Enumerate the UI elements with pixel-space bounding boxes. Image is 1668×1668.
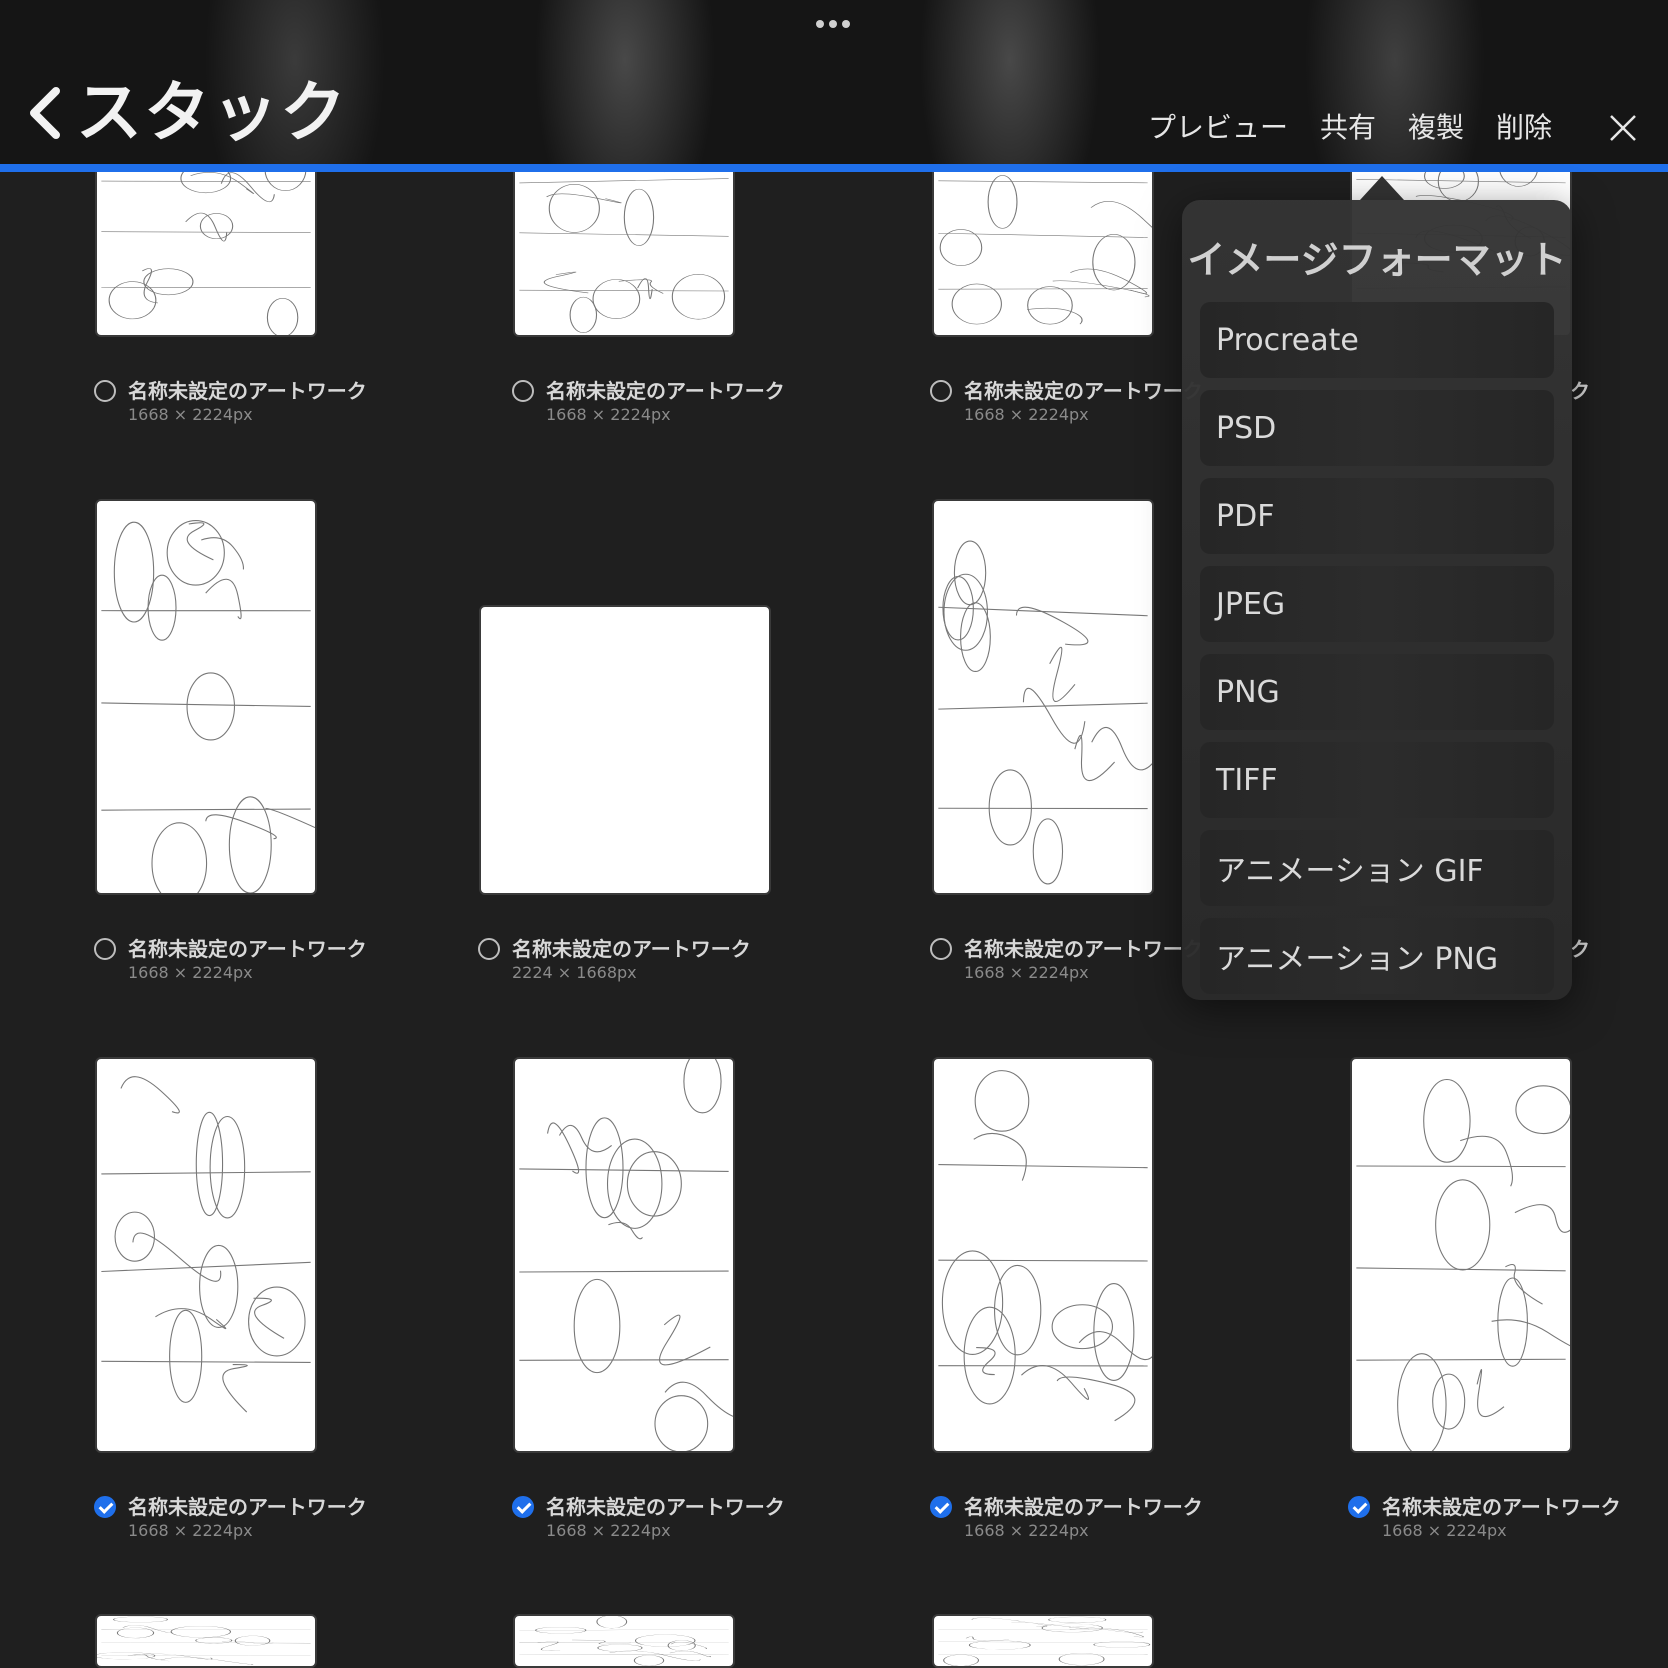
- artwork-caption-7[interactable]: 名称未設定のアートワーク 1668 × 2224px: [930, 936, 1203, 984]
- sketch-drawing: [97, 1616, 311, 1665]
- select-radio[interactable]: [512, 380, 534, 402]
- artwork-size: 1668 × 2224px: [964, 405, 1089, 424]
- format-psd[interactable]: PSD: [1200, 390, 1554, 466]
- select-radio[interactable]: [930, 380, 952, 402]
- format-png[interactable]: PNG: [1200, 654, 1554, 730]
- artwork-title: 名称未設定のアートワーク: [546, 379, 785, 403]
- select-check[interactable]: [930, 1496, 952, 1518]
- artwork-size: 1668 × 2224px: [964, 1521, 1089, 1540]
- select-radio[interactable]: [930, 938, 952, 960]
- format-tiff[interactable]: TIFF: [1200, 742, 1554, 818]
- artwork-caption-10[interactable]: 名称未設定のアートワーク 1668 × 2224px: [512, 1494, 785, 1542]
- delete-button[interactable]: 削除: [1496, 108, 1552, 148]
- artwork-size: 1668 × 2224px: [964, 963, 1089, 982]
- artwork-title: 名称未設定のアートワーク: [546, 1495, 785, 1519]
- format-jpeg[interactable]: JPEG: [1200, 566, 1554, 642]
- page-title: スタック: [76, 74, 348, 151]
- artwork-thumbnail-13[interactable]: [95, 1614, 317, 1668]
- format-animated-gif[interactable]: アニメーション GIF: [1200, 830, 1554, 906]
- artwork-caption-11[interactable]: 名称未設定のアートワーク 1668 × 2224px: [930, 1494, 1203, 1542]
- sketch-drawing: [519, 1616, 729, 1666]
- artwork-thumbnail-9[interactable]: [95, 1057, 317, 1453]
- artwork-caption-12[interactable]: 名称未設定のアートワーク 1668 × 2224px: [1348, 1494, 1621, 1542]
- artwork-size: 1668 × 2224px: [128, 405, 253, 424]
- artwork-title: 名称未設定のアートワーク: [512, 937, 751, 961]
- artwork-thumbnail-6[interactable]: [479, 605, 771, 895]
- format-pdf[interactable]: PDF: [1200, 478, 1554, 554]
- sketch-drawing: [519, 1059, 733, 1451]
- sketch-drawing: [101, 1076, 311, 1413]
- sketch-drawing: [938, 1616, 1151, 1666]
- artwork-title: 名称未設定のアートワーク: [128, 1495, 367, 1519]
- artwork-caption-1[interactable]: 名称未設定のアートワーク 1668 × 2224px: [94, 378, 367, 426]
- artwork-title: 名称未設定のアートワーク: [128, 937, 367, 961]
- chevron-left-icon: [30, 87, 60, 139]
- artwork-size: 1668 × 2224px: [546, 405, 671, 424]
- more-dots-icon[interactable]: [816, 20, 850, 28]
- artwork-thumbnail-11[interactable]: [932, 1057, 1154, 1453]
- artwork-title: 名称未設定のアートワーク: [964, 379, 1203, 403]
- artwork-title: ク: [1570, 937, 1590, 961]
- format-procreate[interactable]: Procreate: [1200, 302, 1554, 378]
- back-button[interactable]: スタック: [22, 80, 348, 146]
- selection-progress-bar: [0, 164, 1668, 172]
- sketch-drawing: [938, 540, 1152, 885]
- artwork-title: 名称未設定のアートワーク: [964, 937, 1203, 961]
- sketch-drawing: [938, 1070, 1152, 1422]
- artwork-title: 名称未設定のアートワーク: [128, 379, 367, 403]
- artwork-thumbnail-12[interactable]: [1350, 1057, 1572, 1453]
- top-bar: スタック プレビュー 共有 複製 削除: [0, 0, 1668, 164]
- select-check[interactable]: [94, 1496, 116, 1518]
- artwork-thumbnail-10[interactable]: [513, 1057, 735, 1453]
- artwork-caption-9[interactable]: 名称未設定のアートワーク 1668 × 2224px: [94, 1494, 367, 1542]
- artwork-size: 1668 × 2224px: [128, 963, 253, 982]
- popover-title: イメージフォーマット: [1187, 238, 1567, 282]
- artwork-thumbnail-14[interactable]: [513, 1614, 735, 1668]
- sketch-drawing: [101, 519, 315, 893]
- artwork-title: 名称未設定のアートワーク: [1382, 1495, 1621, 1519]
- artwork-size: 1668 × 2224px: [128, 1521, 253, 1540]
- artwork-caption-8[interactable]: ク: [1570, 936, 1590, 962]
- preview-button[interactable]: プレビュー: [1148, 108, 1288, 148]
- artwork-caption-6[interactable]: 名称未設定のアートワーク 2224 × 1668px: [478, 936, 751, 984]
- artwork-size: 1668 × 2224px: [1382, 1521, 1507, 1540]
- select-check[interactable]: [1348, 1496, 1370, 1518]
- close-icon[interactable]: [1608, 113, 1638, 143]
- artwork-caption-5[interactable]: 名称未設定のアートワーク 1668 × 2224px: [94, 936, 367, 984]
- duplicate-button[interactable]: 複製: [1408, 108, 1464, 148]
- format-list: Procreate PSD PDF JPEG PNG TIFF アニメーション …: [1200, 302, 1554, 994]
- share-button[interactable]: 共有: [1320, 108, 1376, 148]
- select-radio[interactable]: [94, 938, 116, 960]
- artwork-caption-2[interactable]: 名称未設定のアートワーク 1668 × 2224px: [512, 378, 785, 426]
- sketch-drawing: [1356, 1078, 1570, 1451]
- artwork-size: 2224 × 1668px: [512, 963, 637, 982]
- format-animated-png[interactable]: アニメーション PNG: [1200, 918, 1554, 994]
- artwork-thumbnail-7[interactable]: [932, 499, 1154, 895]
- artwork-title: ク: [1570, 379, 1590, 403]
- artwork-thumbnail-15[interactable]: [932, 1614, 1154, 1668]
- popover-arrow: [1360, 176, 1404, 200]
- artwork-title: 名称未設定のアートワーク: [964, 1495, 1203, 1519]
- image-format-popover: イメージフォーマット Procreate PSD PDF JPEG PNG TI…: [1182, 200, 1572, 1000]
- select-radio[interactable]: [94, 380, 116, 402]
- action-bar: プレビュー 共有 複製 削除: [1148, 108, 1668, 148]
- artwork-size: 1668 × 2224px: [546, 1521, 671, 1540]
- select-check[interactable]: [512, 1496, 534, 1518]
- artwork-caption-3[interactable]: 名称未設定のアートワーク 1668 × 2224px: [930, 378, 1203, 426]
- artwork-thumbnail-5[interactable]: [95, 499, 317, 895]
- select-radio[interactable]: [478, 938, 500, 960]
- artwork-caption-4[interactable]: ク: [1570, 378, 1590, 404]
